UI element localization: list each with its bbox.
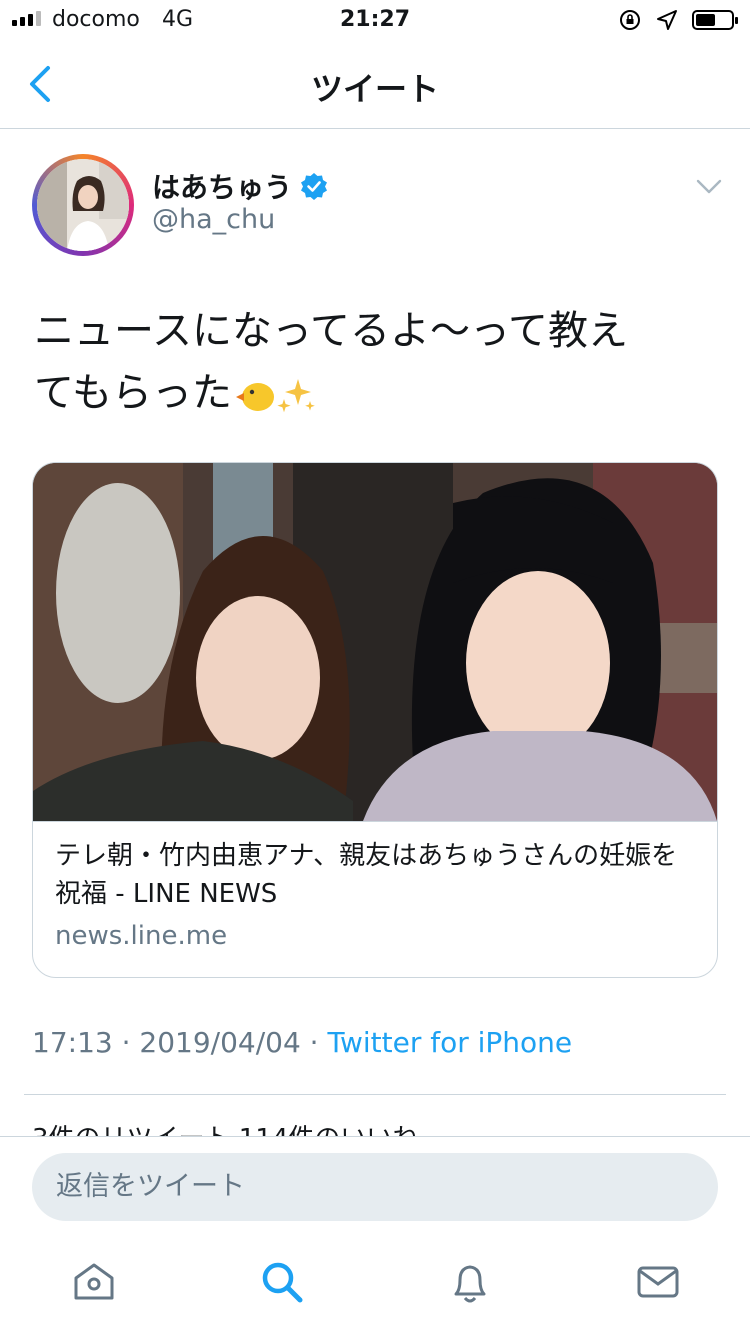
tweet-meta: 17:13 · 2019/04/04 · Twitter for iPhone [32, 1026, 572, 1059]
display-name[interactable]: はあちゅう [152, 166, 328, 206]
user-handle[interactable]: @ha_chu [152, 204, 275, 235]
baby-chick-icon [236, 383, 274, 411]
tweet-timestamp: 17:13 · 2019/04/04 · [32, 1026, 328, 1059]
tweet-text: ニュースになってるよ〜って教え てもらった [34, 300, 724, 424]
tweet-text-line: ニュースになってるよ〜って教え [34, 308, 628, 354]
link-card[interactable]: テレ朝・竹内由恵アナ、親友はあちゅうさんの妊娠を祝福 - LINE NEWS n… [32, 462, 718, 978]
card-image [33, 463, 717, 822]
page-title: ツイート [310, 70, 439, 108]
sparkles-icon [277, 379, 315, 413]
tweet-source-link[interactable]: Twitter for iPhone [327, 1026, 572, 1059]
tweet-stats[interactable]: 3件のリツイート 114件のいいね [32, 1118, 418, 1138]
reply-input[interactable]: 返信をツイート [32, 1153, 718, 1221]
notifications-icon[interactable] [446, 1258, 494, 1306]
avatar-photo [37, 159, 129, 251]
divider [24, 1094, 726, 1095]
messages-icon[interactable] [634, 1258, 682, 1306]
tweet-text-line: てもらった [34, 370, 232, 416]
chevron-down-icon[interactable] [696, 178, 722, 196]
avatar[interactable] [32, 154, 134, 256]
display-name-text: はあちゅう [152, 171, 293, 204]
search-icon[interactable] [258, 1258, 306, 1306]
card-title: テレ朝・竹内由恵アナ、親友はあちゅうさんの妊娠を祝福 - LINE NEWS [55, 841, 678, 909]
battery-icon [692, 10, 738, 30]
orientation-lock-icon [620, 10, 640, 30]
status-bar: docomo 4G 21:27 [0, 0, 750, 40]
location-icon [657, 10, 677, 30]
verified-badge-icon [301, 173, 328, 200]
navigation-bar: ツイート [0, 40, 750, 129]
tab-bar [0, 1236, 750, 1334]
reply-bar: 返信をツイート [0, 1136, 750, 1237]
card-domain: news.line.me [55, 921, 228, 951]
home-icon[interactable] [70, 1258, 118, 1306]
